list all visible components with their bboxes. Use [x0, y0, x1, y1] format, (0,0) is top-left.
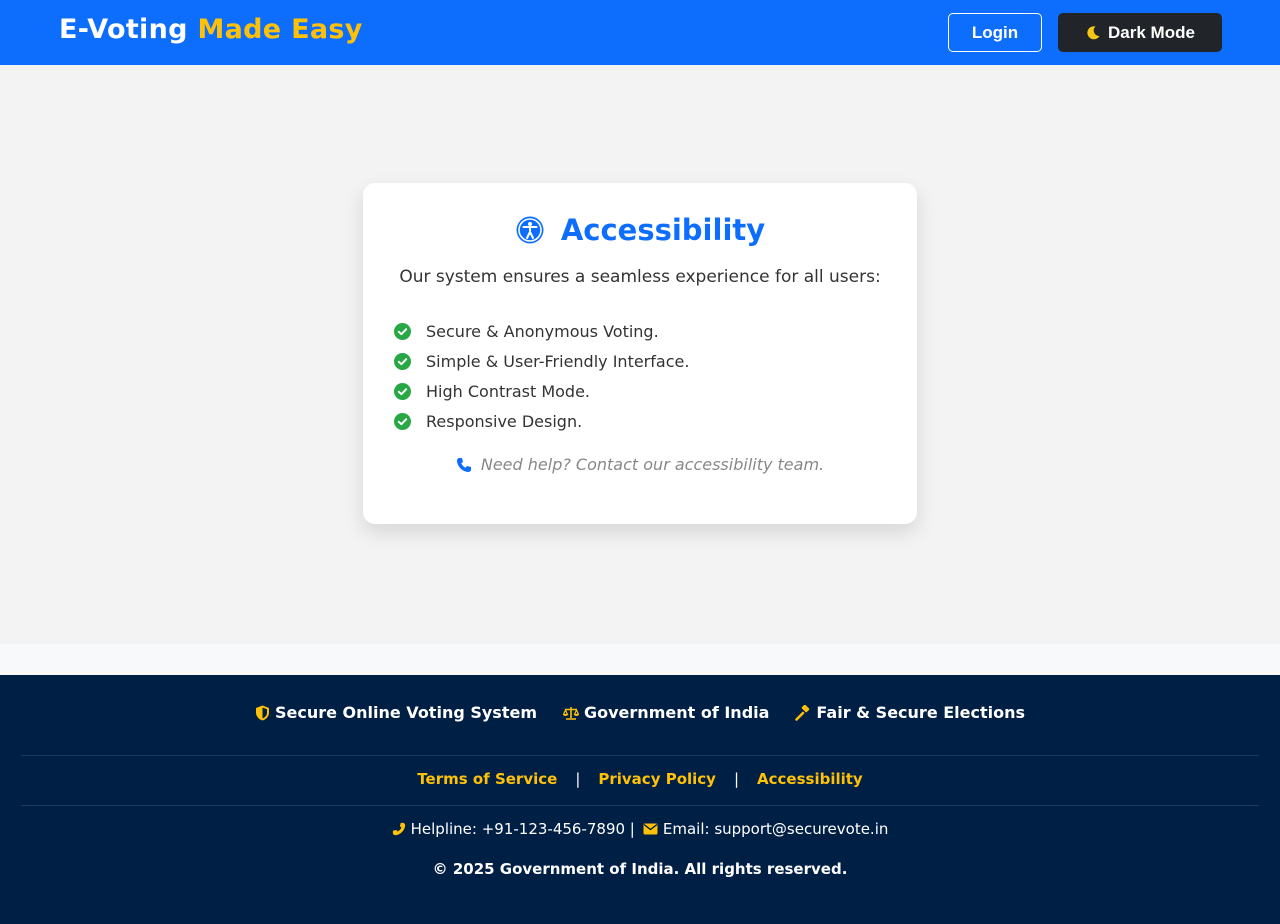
email-text: Email: support@securevote.in	[662, 820, 889, 838]
footer-badge: Secure Online Voting System	[255, 703, 537, 722]
helpline-text: Helpline: +91-123-456-7890 |	[410, 820, 635, 838]
universal-access-icon	[516, 216, 544, 244]
footer-contact: Helpline: +91-123-456-7890 | Email: supp…	[0, 820, 1280, 838]
brand-logo[interactable]: E-Voting Made Easy	[59, 14, 363, 45]
phone-icon	[392, 822, 405, 836]
phone-icon	[456, 457, 471, 472]
feature-item: Secure & Anonymous Voting.	[394, 316, 689, 346]
gavel-icon	[795, 704, 810, 721]
footer-badge-label: Government of India	[584, 703, 770, 722]
site-footer: Secure Online Voting System Government o…	[0, 675, 1280, 924]
card-title: Accessibility	[560, 213, 766, 247]
footer-badge: Fair & Secure Elections	[795, 703, 1025, 722]
check-circle-icon	[394, 322, 411, 340]
footer-divider	[21, 805, 1259, 806]
shield-icon	[255, 705, 269, 720]
card-heading: Accessibility	[363, 213, 917, 247]
footer-badge-label: Secure Online Voting System	[274, 703, 537, 722]
dark-mode-label: Dark Mode	[1108, 22, 1195, 42]
privacy-policy-link[interactable]: Privacy Policy	[598, 770, 716, 788]
brand-accent-text: Made Easy	[197, 14, 363, 45]
check-circle-icon	[394, 412, 411, 430]
dark-mode-toggle-button[interactable]: Dark Mode	[1058, 13, 1222, 52]
feature-item: High Contrast Mode.	[394, 376, 689, 406]
content-bottom-strip	[0, 644, 1280, 675]
feature-label: Simple & User-Friendly Interface.	[426, 351, 690, 371]
check-circle-icon	[394, 382, 411, 400]
copyright-text: © 2025 Government of India. All rights r…	[432, 860, 848, 878]
footer-divider	[21, 755, 1259, 756]
accessibility-card: Accessibility Our system ensures a seaml…	[363, 183, 917, 524]
footer-badges: Secure Online Voting System Government o…	[0, 703, 1280, 722]
link-separator: |	[575, 770, 581, 788]
envelope-icon	[643, 823, 658, 835]
feature-label: Secure & Anonymous Voting.	[426, 321, 659, 341]
feature-label: High Contrast Mode.	[426, 381, 590, 401]
top-navbar: E-Voting Made Easy Login Dark Mode	[0, 0, 1280, 65]
feature-list: Secure & Anonymous Voting. Simple & User…	[394, 316, 689, 436]
accessibility-link[interactable]: Accessibility	[757, 770, 863, 788]
card-intro-text: Our system ensures a seamless experience…	[399, 267, 881, 287]
help-text: Need help? Contact our accessibility tea…	[480, 455, 825, 474]
login-button-label: Login	[971, 22, 1019, 42]
check-circle-icon	[394, 352, 411, 370]
footer-links: Terms of Service | Privacy Policy | Acce…	[0, 770, 1280, 788]
scale-icon	[563, 706, 579, 720]
feature-item: Responsive Design.	[394, 406, 689, 436]
feature-label: Responsive Design.	[426, 411, 583, 431]
footer-badge: Government of India	[563, 703, 769, 722]
moon-icon	[1087, 25, 1100, 39]
link-separator: |	[733, 770, 740, 788]
email-info: Email: support@securevote.in	[643, 820, 889, 838]
help-contact-note: Need help? Contact our accessibility tea…	[363, 455, 917, 474]
helpline-info: Helpline: +91-123-456-7890 |	[392, 820, 635, 838]
footer-badge-label: Fair & Secure Elections	[816, 703, 1026, 722]
terms-of-service-link[interactable]: Terms of Service	[417, 770, 557, 788]
brand-main-text: E-Voting	[59, 14, 188, 45]
login-button[interactable]: Login	[948, 13, 1042, 52]
feature-item: Simple & User-Friendly Interface.	[394, 346, 689, 376]
